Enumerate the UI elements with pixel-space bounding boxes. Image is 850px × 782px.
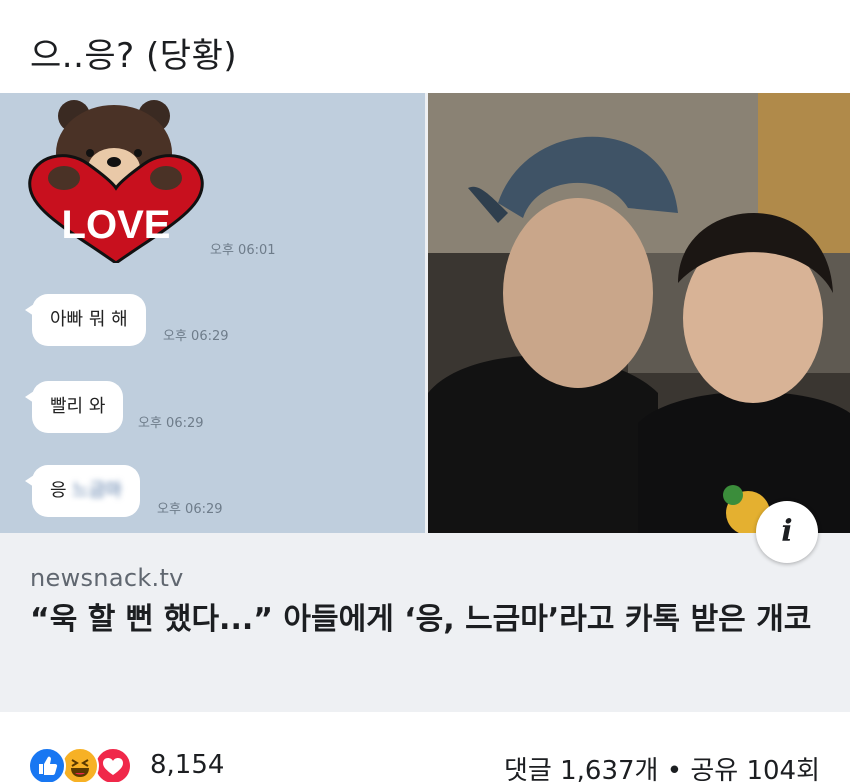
message-time: 오후 06:01	[210, 243, 276, 258]
reaction-icons[interactable]	[28, 747, 148, 782]
post-footer: 8,154 댓글 1,637개 • 공유 104회	[0, 712, 850, 782]
chat-screenshot: LOVE 오후 06:01 아빠 뭐 해 오후 06:29 빨리 와 오후 06…	[0, 93, 425, 533]
bubble-text: 응	[50, 480, 67, 501]
bear-love-sticker: LOVE	[28, 100, 204, 263]
link-media[interactable]: LOVE 오후 06:01 아빠 뭐 해 오후 06:29 빨리 와 오후 06…	[0, 93, 850, 563]
post-text: 으..응? (당황)	[30, 36, 238, 76]
comments-shares-summary[interactable]: 댓글 1,637개 • 공유 104회	[504, 750, 820, 782]
photo-man-and-boy	[428, 93, 850, 533]
haha-icon	[61, 747, 99, 782]
link-domain[interactable]: newsnack.tv	[30, 564, 184, 592]
chat-bubble: 아빠 뭐 해	[25, 294, 146, 346]
info-icon[interactable]: i	[756, 501, 818, 563]
link-headline[interactable]: “욱 할 뻔 했다...” 아들에게 ‘응, 느금마’라고 카톡 받은 개코	[30, 598, 820, 641]
love-icon	[94, 747, 132, 782]
reaction-count[interactable]: 8,154	[150, 750, 224, 780]
sticker-label: LOVE	[62, 203, 171, 247]
message-time: 오후 06:29	[163, 329, 229, 344]
chat-bubble: 응 느금마	[25, 465, 140, 517]
photo-illustration	[428, 93, 850, 533]
blurred-text: 느금마	[72, 480, 122, 501]
message-time: 오후 06:29	[138, 416, 204, 431]
chat-bubble: 빨리 와	[24, 381, 124, 433]
like-icon	[28, 747, 66, 782]
link-preview-card[interactable]: LOVE 오후 06:01 아빠 뭐 해 오후 06:29 빨리 와 오후 06…	[0, 93, 850, 712]
message-time: 오후 06:29	[157, 502, 223, 517]
